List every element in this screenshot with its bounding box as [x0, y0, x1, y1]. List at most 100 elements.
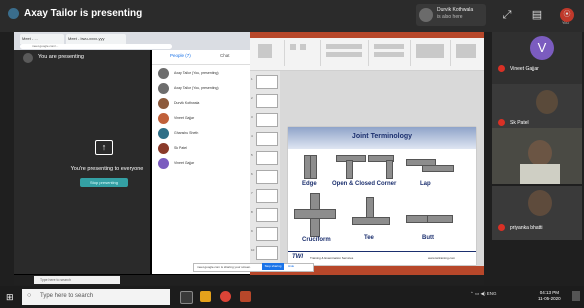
- windows-start-icon[interactable]: ⊞: [6, 292, 16, 302]
- tab-people[interactable]: People (7): [170, 53, 191, 58]
- cruciform-label: Cruciform: [302, 237, 331, 243]
- slide-thumbnail[interactable]: [256, 75, 278, 89]
- corner-label: Open & Closed Corner: [332, 181, 397, 187]
- notifications-icon[interactable]: [572, 291, 580, 301]
- present-screen-icon: ↑: [95, 140, 113, 155]
- pinned-avatar: [419, 8, 433, 22]
- slide-thumbnail[interactable]: [256, 227, 278, 241]
- paragraph-icons[interactable]: [374, 44, 404, 49]
- slide-number: 3: [251, 115, 253, 119]
- avatar: [158, 113, 169, 124]
- avatar: [158, 83, 169, 94]
- slide-number: 8: [251, 210, 253, 214]
- address-bar[interactable]: meet.google.com/...: [20, 44, 172, 49]
- cruciform-joint-plate: [294, 209, 336, 219]
- chrome-icon[interactable]: [220, 291, 231, 302]
- people-tabs: People (7) Chat: [152, 50, 250, 65]
- stop-presenting-button[interactable]: Stop presenting: [80, 178, 128, 187]
- powerpoint-icon[interactable]: [240, 291, 251, 302]
- slide-number: 4: [251, 134, 253, 138]
- align-icons[interactable]: [374, 52, 404, 57]
- ppt-ribbon: [250, 38, 484, 71]
- shared-taskbar: Type here to search: [14, 275, 484, 285]
- language-indicator: ENG: [486, 291, 497, 296]
- slide-thumbnail[interactable]: [256, 246, 278, 260]
- slide-number: 10: [251, 248, 255, 252]
- ribbon-divider: [450, 40, 451, 66]
- you-are-presenting-label: You are presenting: [38, 54, 84, 60]
- avatar: [158, 128, 169, 139]
- taskbar-search-box[interactable]: ○ Type here to search: [22, 289, 170, 305]
- participant-list-name: Ghanshu Sheth: [174, 131, 199, 135]
- people-panel: People (7) Chat Axay Tailor (You, presen…: [152, 50, 250, 274]
- mic-off-icon: [498, 65, 505, 72]
- corner-joint-plate: [386, 160, 393, 179]
- browser-tab-2[interactable]: Meet - bwu-xxxx-yyy: [66, 34, 126, 44]
- participant-tile-vineet[interactable]: V Vineet Gajjar: [492, 32, 582, 92]
- browser-tab-1[interactable]: Meet - ...: [20, 34, 64, 44]
- participant-tile-priyanka[interactable]: priyanka bhatti: [492, 186, 582, 240]
- slide-thumbnail[interactable]: [256, 132, 278, 146]
- participant-list-name: Axay Tailor (You, presenting): [174, 71, 219, 75]
- presenting-avatar: [23, 53, 33, 63]
- paste-icon[interactable]: [258, 44, 272, 58]
- corner-joint-plate: [346, 160, 353, 179]
- slide-number: 6: [251, 172, 253, 176]
- slide-title: Joint Terminology: [351, 133, 413, 140]
- twi-logo: TWI: [292, 254, 303, 260]
- slide-thumbnail[interactable]: [256, 208, 278, 222]
- slide-thumbnail[interactable]: [256, 151, 278, 165]
- slide-canvas: Joint Terminology Edge Open & Closed Cor…: [280, 71, 484, 266]
- pinned-participant-chip[interactable]: Durvik Kothwala is also here: [416, 4, 486, 26]
- butt-joint-plate: [427, 215, 453, 223]
- layout-icon[interactable]: ⤢: [500, 8, 514, 22]
- stop-sharing-button[interactable]: Stop sharing: [262, 263, 284, 270]
- participant-name: Sk Patel: [510, 120, 529, 126]
- participant-video: [528, 190, 552, 216]
- participant-video: [528, 140, 552, 166]
- font-box[interactable]: [326, 44, 362, 49]
- file-explorer-icon[interactable]: [200, 291, 211, 302]
- font-format-icons[interactable]: [326, 52, 362, 57]
- slide-thumbnail[interactable]: [256, 189, 278, 203]
- footer-text: Training & Examination Services: [310, 256, 354, 260]
- hide-notice-button[interactable]: Hide: [288, 263, 294, 270]
- shapes-gallery[interactable]: [416, 44, 444, 58]
- tee-label: Tee: [364, 235, 374, 241]
- participant-list-name: Sk Patel: [174, 146, 188, 150]
- shared-search-box: Type here to search: [34, 276, 120, 284]
- participant-list-name: Vineet Gajjar: [174, 161, 195, 165]
- tab-chat[interactable]: Chat: [220, 53, 230, 58]
- slide-footer: TWI Training & Examination Services www.…: [288, 251, 476, 265]
- slide-thumbnail[interactable]: [256, 113, 278, 127]
- slide-thumbnail[interactable]: [256, 94, 278, 108]
- participant-name: priyanka bhatti: [510, 225, 543, 231]
- pinned-name: Durvik Kothwala: [437, 7, 474, 13]
- slide-number: 7: [251, 191, 253, 195]
- avatar: [158, 98, 169, 109]
- tee-joint-plate: [366, 197, 374, 219]
- slide-number: 1: [251, 77, 253, 81]
- participant-name: Vineet Gajjar: [510, 66, 539, 72]
- new-slide-icon[interactable]: [290, 44, 296, 50]
- task-view-icon[interactable]: [180, 291, 193, 304]
- taskbar-search-placeholder: Type here to search: [40, 293, 94, 299]
- participant-tile-video[interactable]: [492, 128, 582, 184]
- butt-label: Butt: [422, 235, 434, 241]
- mic-off-icon: [498, 119, 505, 126]
- taskbar-clock[interactable]: 04:13 PM 11-05-2020: [538, 290, 561, 302]
- participant-shirt: [520, 164, 560, 184]
- edge-label: Edge: [302, 181, 317, 187]
- slide-thumbnail[interactable]: [256, 170, 278, 184]
- editing-icons[interactable]: [456, 44, 476, 58]
- ribbon-divider: [410, 40, 411, 66]
- participant-video: [536, 90, 558, 114]
- tee-joint-plate: [352, 217, 390, 225]
- presenter-avatar: [8, 8, 19, 19]
- system-tray[interactable]: ⌃ ▭ ◀) ENG: [470, 291, 497, 297]
- slide-thumbnails: 1 2 3 4 5 6 7 8 9 10: [250, 71, 280, 266]
- chat-icon[interactable]: ▤: [530, 8, 544, 22]
- ribbon-divider: [320, 40, 321, 66]
- screen-share-notice: meet.google.com is sharing your screen.: [193, 263, 314, 272]
- layout-icon[interactable]: [300, 44, 306, 50]
